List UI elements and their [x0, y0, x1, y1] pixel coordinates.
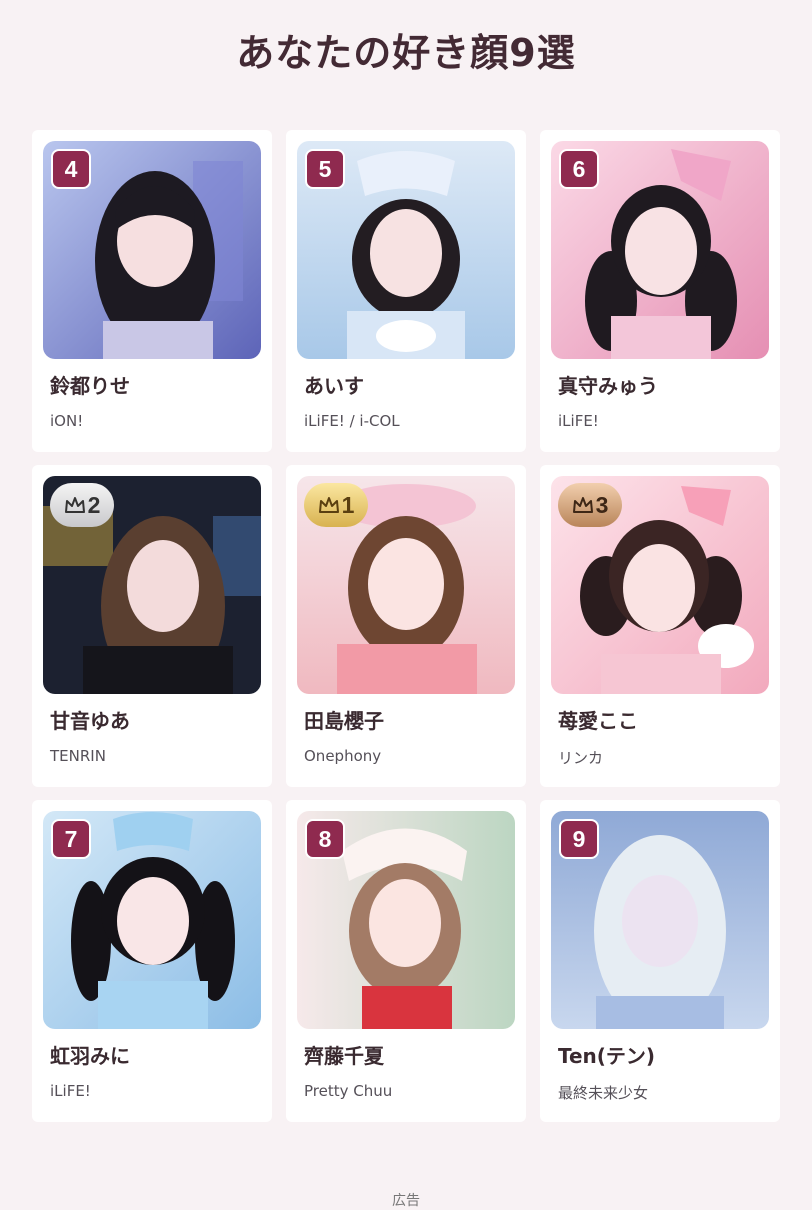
rank-badge: 8	[305, 819, 345, 859]
idol-card[interactable]: 9 Ten(テン) 最終未来少女	[540, 800, 780, 1122]
idol-group: Pretty Chuu	[304, 1082, 393, 1100]
idol-group: リンカ	[558, 749, 604, 767]
idol-group: TENRIN	[50, 747, 106, 765]
page-title: あなたの好き顔9選	[236, 31, 576, 75]
idol-card[interactable]: 2 甘音ゆあ TENRIN	[32, 465, 272, 787]
idol-name: 鈴都りせ	[50, 374, 130, 398]
idol-group: Onephony	[304, 747, 382, 765]
idol-photo[interactable]: 4	[43, 141, 261, 359]
idol-photo[interactable]: 2	[43, 476, 261, 694]
rank-badge: 9	[559, 819, 599, 859]
idol-name: 真守みゅう	[558, 374, 658, 398]
idol-photo[interactable]: 6	[551, 141, 769, 359]
rank-number: 3	[595, 491, 609, 518]
ad-label: 広告	[392, 1193, 420, 1209]
idol-name: 苺愛ここ	[558, 709, 638, 733]
idol-group: iON!	[50, 412, 84, 430]
idol-name: Ten(テン)	[558, 1044, 656, 1068]
rank-number: 1	[341, 491, 355, 518]
idol-photo[interactable]: 8	[297, 811, 515, 1029]
idol-name: あいす	[304, 374, 364, 398]
idol-photo[interactable]: 5	[297, 141, 515, 359]
rank-crown-badge: 2	[50, 483, 114, 527]
rank-badge: 5	[305, 149, 345, 189]
idol-photo[interactable]: 9	[551, 811, 769, 1029]
idol-group: iLiFE! / i-COL	[304, 412, 400, 430]
idol-card[interactable]: 6 真守みゅう iLiFE!	[540, 130, 780, 452]
rank-badge: 6	[559, 149, 599, 189]
crown-icon	[572, 496, 594, 514]
rank-badge: 4	[51, 149, 91, 189]
rank-badge: 7	[51, 819, 91, 859]
idol-card[interactable]: 5 あいす iLiFE! / i-COL	[286, 130, 526, 452]
idol-group: iLiFE!	[50, 1082, 91, 1100]
rank-crown-badge: 1	[304, 483, 368, 527]
idol-card[interactable]: 1 田島櫻子 Onephony	[286, 465, 526, 787]
idol-card[interactable]: 3 苺愛ここ リンカ	[540, 465, 780, 787]
idol-card[interactable]: 4 鈴都りせ iON!	[32, 130, 272, 452]
idol-name: 田島櫻子	[304, 709, 384, 733]
idol-group: 最終未来少女	[558, 1084, 649, 1102]
idol-name: 齊藤千夏	[304, 1044, 384, 1068]
idol-card[interactable]: 7 虹羽みに iLiFE!	[32, 800, 272, 1122]
idol-name: 虹羽みに	[50, 1044, 130, 1068]
idol-card[interactable]: 8 齊藤千夏 Pretty Chuu	[286, 800, 526, 1122]
rank-crown-badge: 3	[558, 483, 622, 527]
idol-name: 甘音ゆあ	[50, 709, 130, 733]
idol-photo[interactable]: 3	[551, 476, 769, 694]
crown-icon	[64, 496, 86, 514]
rank-number: 2	[87, 491, 101, 518]
idol-group: iLiFE!	[558, 412, 599, 430]
crown-icon	[318, 496, 340, 514]
idol-photo[interactable]: 7	[43, 811, 261, 1029]
idol-photo[interactable]: 1	[297, 476, 515, 694]
